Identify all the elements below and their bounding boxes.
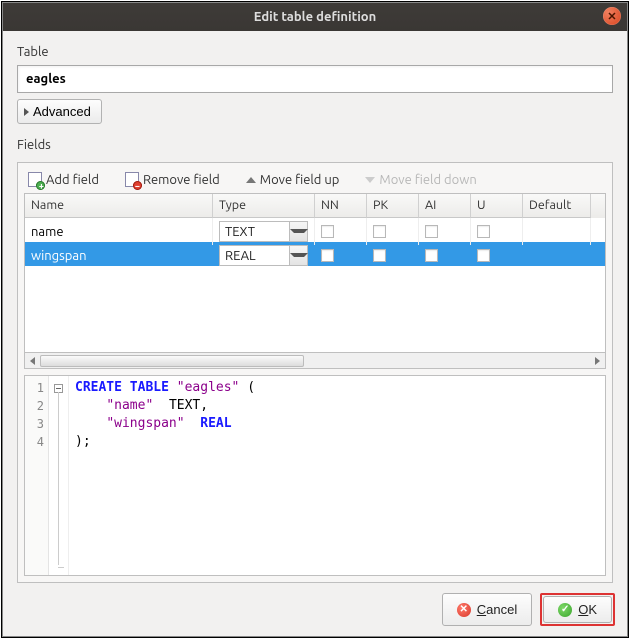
- scroll-right-icon[interactable]: [590, 354, 605, 368]
- pk-cell: [367, 218, 419, 245]
- col-ai[interactable]: AI: [419, 194, 471, 218]
- triangle-down-icon: [365, 177, 375, 183]
- u-checkbox[interactable]: [477, 249, 490, 262]
- col-nn[interactable]: NN: [315, 194, 367, 218]
- table-row[interactable]: wingspan REAL: [25, 242, 605, 266]
- field-name-cell[interactable]: wingspan: [25, 242, 213, 269]
- sql-text: ,: [200, 398, 208, 413]
- cancel-label: Cancel: [477, 602, 517, 617]
- chevron-down-icon[interactable]: [289, 222, 307, 241]
- col-default[interactable]: Default: [523, 194, 591, 218]
- line-number: 3: [25, 415, 44, 433]
- field-name-cell[interactable]: name: [25, 218, 213, 245]
- move-up-label: Move field up: [260, 173, 340, 187]
- grid-body: name TEXT: [25, 218, 605, 352]
- chevron-right-icon: [24, 108, 29, 116]
- window-title: Edit table definition: [254, 10, 377, 24]
- line-number: 1: [25, 379, 44, 397]
- close-icon[interactable]: ✕: [603, 7, 621, 25]
- sql-string: "eagles": [177, 380, 240, 395]
- sql-string: "name": [106, 398, 153, 413]
- col-pk[interactable]: PK: [367, 194, 419, 218]
- u-cell: [471, 242, 523, 269]
- table-label: Table: [17, 45, 613, 59]
- col-name[interactable]: Name: [25, 194, 213, 218]
- fields-section: Fields Add field Remove field Move field…: [17, 138, 613, 583]
- ok-icon: ✓: [558, 603, 572, 617]
- default-cell[interactable]: [523, 242, 591, 269]
- type-combo-value: REAL: [220, 248, 289, 264]
- ai-cell: [419, 218, 471, 245]
- chevron-down-icon[interactable]: [289, 246, 307, 265]
- triangle-up-icon: [246, 177, 256, 183]
- u-cell: [471, 218, 523, 245]
- fields-label: Fields: [17, 138, 613, 152]
- move-down-label: Move field down: [379, 173, 476, 187]
- advanced-label: Advanced: [33, 104, 91, 119]
- line-number: 4: [25, 433, 44, 451]
- fold-gutter: [49, 376, 69, 575]
- ok-button[interactable]: ✓ OK: [543, 596, 612, 623]
- remove-field-icon: [125, 172, 139, 187]
- col-type[interactable]: Type: [213, 194, 315, 218]
- dialog-buttons: ✕ Cancel ✓ OK: [3, 583, 627, 636]
- add-field-label: Add field: [46, 173, 99, 187]
- dialog-content: Table Advanced Fields Add field Remove f…: [3, 31, 627, 583]
- ai-cell: [419, 242, 471, 269]
- scroll-track[interactable]: [40, 354, 590, 368]
- scroll-left-icon[interactable]: [25, 354, 40, 368]
- sql-text: );: [75, 434, 91, 449]
- horizontal-scrollbar[interactable]: [24, 353, 606, 369]
- sql-keyword: REAL: [200, 416, 231, 431]
- grid-header: Name Type NN PK AI U Default: [25, 194, 605, 218]
- add-field-button[interactable]: Add field: [28, 172, 99, 187]
- u-checkbox[interactable]: [477, 225, 490, 238]
- table-name-input[interactable]: [17, 65, 613, 93]
- fields-frame: Add field Remove field Move field up Mov…: [17, 162, 613, 583]
- nn-checkbox[interactable]: [321, 225, 334, 238]
- ok-highlight: ✓ OK: [540, 593, 615, 626]
- move-up-button[interactable]: Move field up: [246, 173, 340, 187]
- ok-label: OK: [578, 602, 597, 617]
- nn-checkbox[interactable]: [321, 249, 334, 262]
- col-u[interactable]: U: [471, 194, 523, 218]
- advanced-button[interactable]: Advanced: [17, 99, 102, 124]
- ai-checkbox[interactable]: [425, 225, 438, 238]
- pk-checkbox[interactable]: [373, 225, 386, 238]
- fields-grid: Name Type NN PK AI U Default name: [24, 193, 606, 353]
- type-combo[interactable]: TEXT: [219, 221, 308, 242]
- field-type-cell: TEXT: [213, 218, 315, 245]
- table-row[interactable]: name TEXT: [25, 218, 605, 242]
- titlebar: Edit table definition ✕: [3, 3, 627, 31]
- ai-checkbox[interactable]: [425, 249, 438, 262]
- scroll-thumb[interactable]: [40, 355, 304, 367]
- nn-cell: [315, 242, 367, 269]
- pk-cell: [367, 242, 419, 269]
- type-combo-value: TEXT: [220, 224, 289, 240]
- move-down-button: Move field down: [365, 173, 476, 187]
- sql-keyword: CREATE: [75, 380, 122, 395]
- remove-field-button[interactable]: Remove field: [125, 172, 220, 187]
- remove-field-label: Remove field: [143, 173, 220, 187]
- line-number-gutter: 1 2 3 4: [25, 376, 49, 575]
- type-combo[interactable]: REAL: [219, 245, 308, 266]
- sql-string: "wingspan": [106, 416, 184, 431]
- cancel-icon: ✕: [457, 603, 471, 617]
- sql-text: TEXT: [169, 398, 200, 413]
- nn-cell: [315, 218, 367, 245]
- sql-text: (: [239, 380, 255, 395]
- sql-code[interactable]: CREATE TABLE "eagles" ( "name" TEXT, "wi…: [69, 376, 261, 575]
- cancel-button[interactable]: ✕ Cancel: [442, 593, 532, 626]
- add-field-icon: [28, 172, 42, 187]
- fields-toolbar: Add field Remove field Move field up Mov…: [24, 169, 606, 193]
- dialog-window: Edit table definition ✕ Table Advanced F…: [2, 2, 628, 637]
- sql-keyword: TABLE: [130, 380, 169, 395]
- sql-preview: 1 2 3 4 CREATE TABLE "eagles" ( "name" T…: [24, 375, 606, 576]
- line-number: 2: [25, 397, 44, 415]
- pk-checkbox[interactable]: [373, 249, 386, 262]
- default-cell[interactable]: [523, 218, 591, 245]
- field-type-cell: REAL: [213, 242, 315, 269]
